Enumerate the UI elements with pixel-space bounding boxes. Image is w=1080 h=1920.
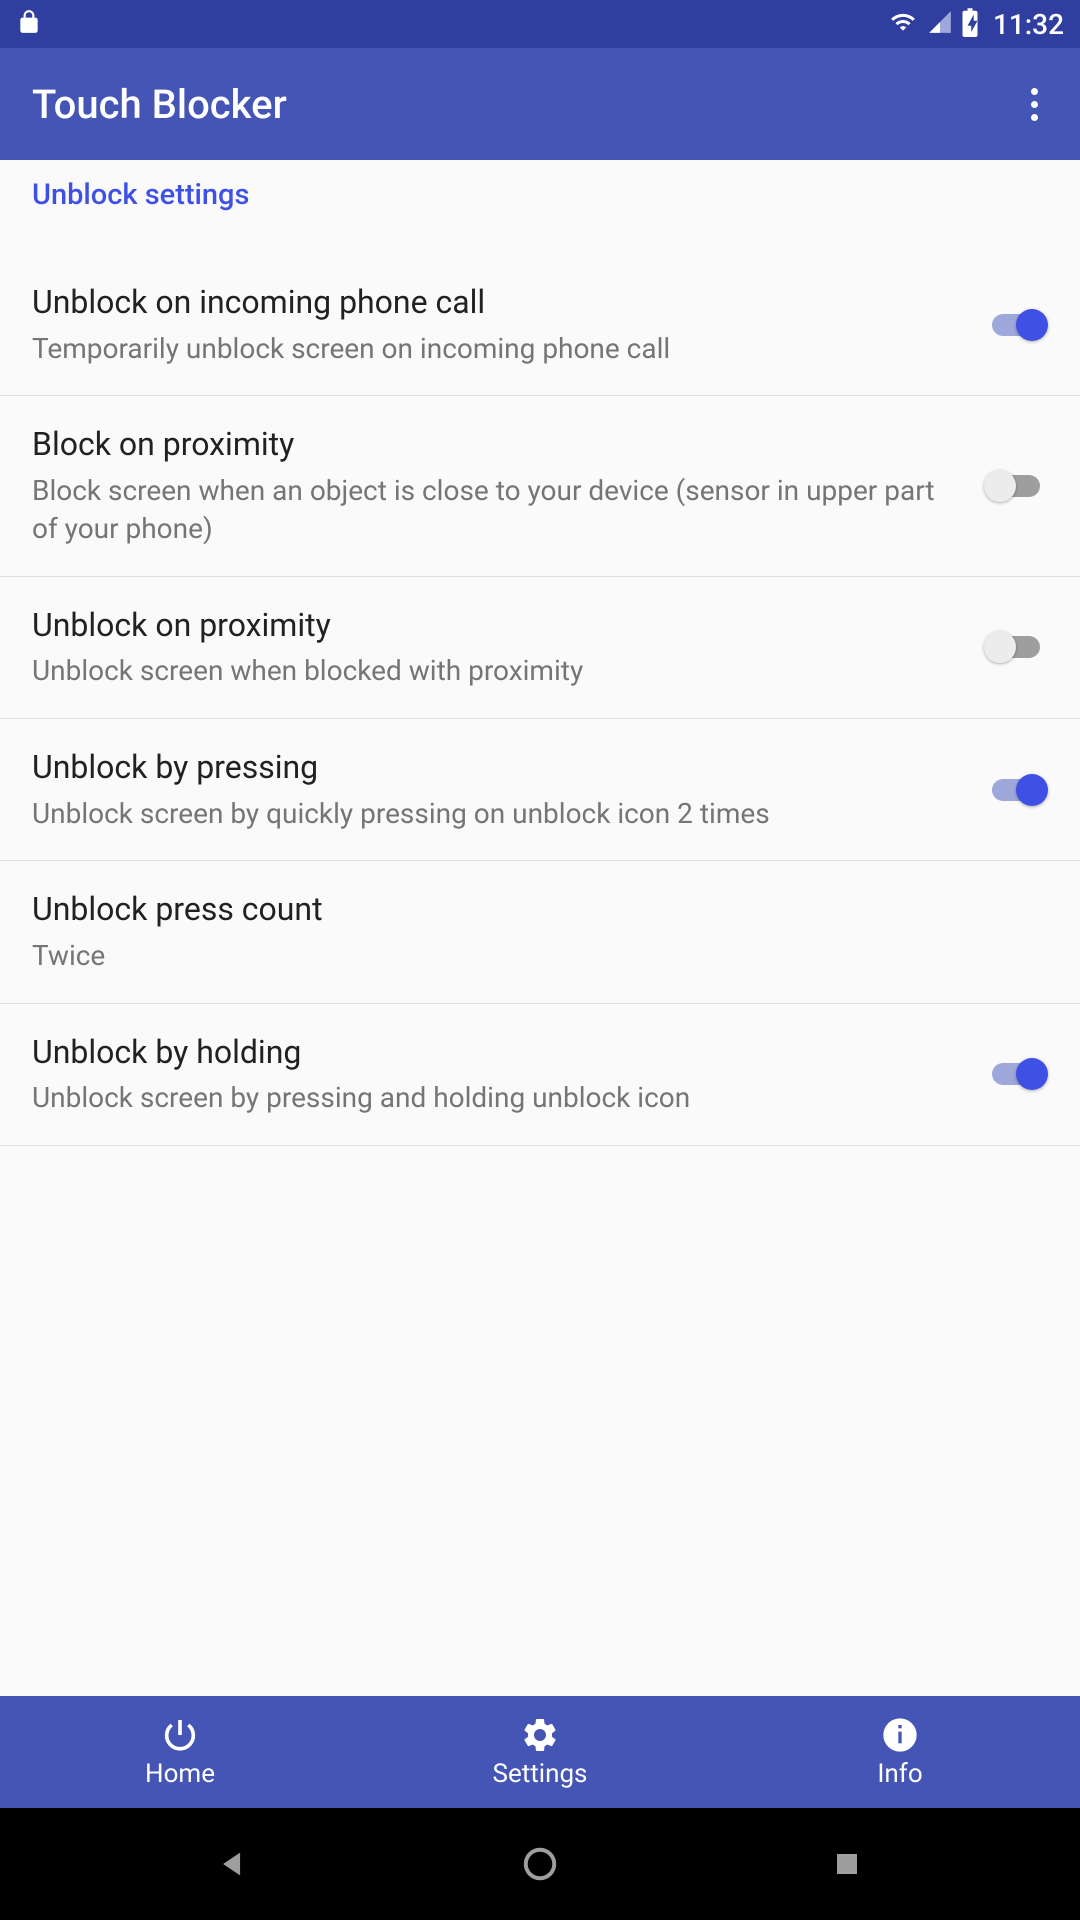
setting-unblock-holding[interactable]: Unblock by holding Unblock screen by pre… bbox=[0, 1004, 1080, 1146]
lock-icon bbox=[16, 7, 42, 41]
content-area: Unblock settings Unblock on incoming pho… bbox=[0, 160, 1080, 1696]
switch-unblock-pressing[interactable] bbox=[984, 770, 1048, 810]
nav-label: Info bbox=[877, 1759, 922, 1789]
cell-signal-icon bbox=[927, 9, 953, 39]
home-button[interactable] bbox=[515, 1839, 565, 1889]
status-clock: 11:32 bbox=[993, 8, 1064, 41]
setting-block-proximity[interactable]: Block on proximity Block screen when an … bbox=[0, 396, 1080, 576]
setting-desc: Block screen when an object is close to … bbox=[32, 472, 960, 548]
setting-title: Unblock on incoming phone call bbox=[32, 282, 960, 324]
app-title: Touch Blocker bbox=[32, 81, 287, 128]
app-bar: Touch Blocker bbox=[0, 48, 1080, 160]
setting-desc: Twice bbox=[32, 937, 1024, 975]
setting-unblock-proximity[interactable]: Unblock on proximity Unblock screen when… bbox=[0, 577, 1080, 719]
section-header: Unblock settings bbox=[0, 160, 1080, 226]
switch-block-proximity[interactable] bbox=[984, 466, 1048, 506]
switch-unblock-incoming-call[interactable] bbox=[984, 305, 1048, 345]
power-icon bbox=[160, 1715, 200, 1755]
back-button[interactable] bbox=[208, 1839, 258, 1889]
bottom-nav: Home Settings Info bbox=[0, 1696, 1080, 1808]
system-nav-bar bbox=[0, 1808, 1080, 1920]
nav-info[interactable]: Info bbox=[720, 1696, 1080, 1808]
setting-title: Block on proximity bbox=[32, 424, 960, 466]
status-bar: 11:32 bbox=[0, 0, 1080, 48]
setting-unblock-pressing[interactable]: Unblock by pressing Unblock screen by qu… bbox=[0, 719, 1080, 861]
nav-home[interactable]: Home bbox=[0, 1696, 360, 1808]
switch-unblock-proximity[interactable] bbox=[984, 627, 1048, 667]
nav-label: Home bbox=[145, 1759, 215, 1789]
setting-unblock-press-count[interactable]: Unblock press count Twice bbox=[0, 861, 1080, 1003]
overflow-menu-button[interactable] bbox=[1021, 78, 1048, 131]
nav-label: Settings bbox=[493, 1759, 588, 1789]
recents-button[interactable] bbox=[822, 1839, 872, 1889]
switch-unblock-holding[interactable] bbox=[984, 1054, 1048, 1094]
wifi-icon bbox=[887, 9, 919, 39]
setting-desc: Unblock screen by pressing and holding u… bbox=[32, 1079, 960, 1117]
setting-title: Unblock press count bbox=[32, 889, 1024, 931]
nav-settings[interactable]: Settings bbox=[360, 1696, 720, 1808]
gear-icon bbox=[520, 1715, 560, 1755]
info-icon bbox=[880, 1715, 920, 1755]
setting-desc: Temporarily unblock screen on incoming p… bbox=[32, 330, 960, 368]
setting-title: Unblock on proximity bbox=[32, 605, 960, 647]
setting-title: Unblock by holding bbox=[32, 1032, 960, 1074]
battery-charging-icon bbox=[961, 7, 979, 41]
setting-title: Unblock by pressing bbox=[32, 747, 960, 789]
setting-desc: Unblock screen when blocked with proximi… bbox=[32, 652, 960, 690]
setting-desc: Unblock screen by quickly pressing on un… bbox=[32, 795, 960, 833]
setting-unblock-incoming-call[interactable]: Unblock on incoming phone call Temporari… bbox=[0, 226, 1080, 396]
